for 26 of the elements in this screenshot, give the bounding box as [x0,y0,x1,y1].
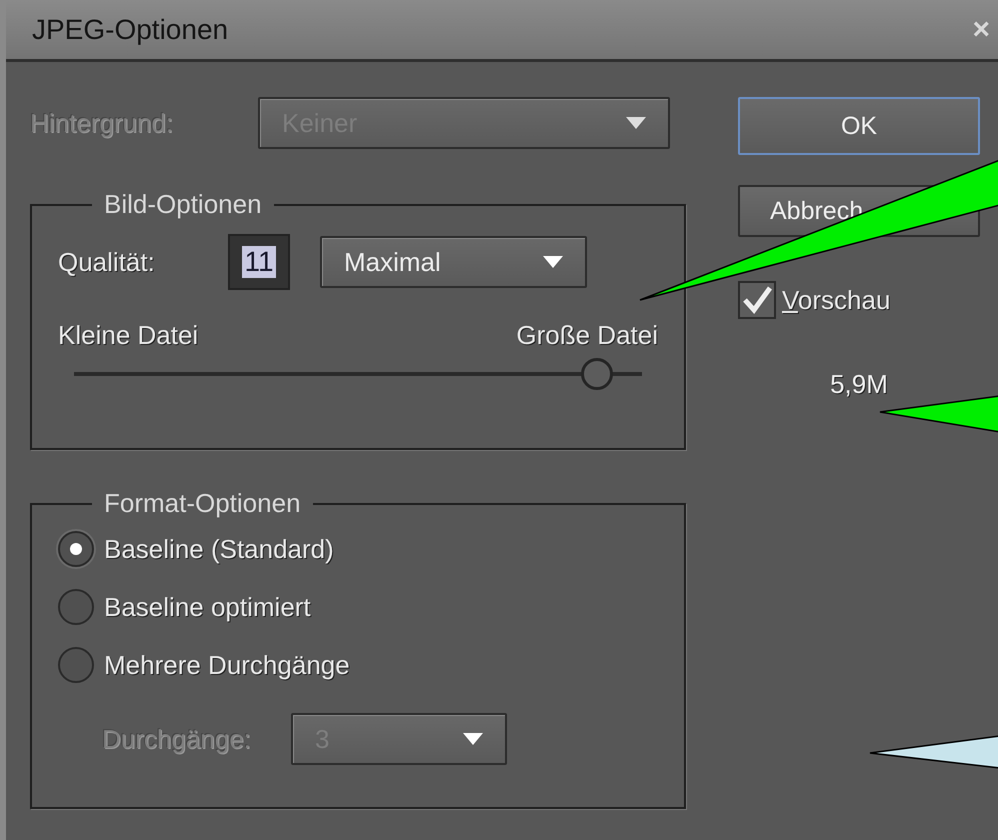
group-title: Format-Optionen [103,488,302,519]
quality-label: Qualität: [58,246,156,278]
caret-icon [626,117,646,129]
group-title: Bild-Optionen [103,189,263,220]
file-size: 5,9M [830,369,888,400]
ok-button[interactable]: OK [738,97,980,155]
radio-label: Baseline (Standard) [104,534,334,564]
radio-button[interactable] [58,647,94,683]
radio-label: Mehrere Durchgänge [104,650,350,680]
radio-label: Baseline optimiert [104,592,311,622]
check-icon [742,286,772,314]
close-button[interactable]: × [972,12,990,46]
caret-icon [463,733,483,745]
quality-dropdown[interactable]: Maximal [320,236,587,288]
quality-field[interactable]: 11 [228,234,290,290]
slider-min-label: Kleine Datei [58,320,198,351]
slider-max-label: Große Datei [516,320,658,351]
slider-thumb[interactable] [580,358,613,390]
background-label: Hintergrund: [30,108,174,138]
preview-label: Vorschau [782,284,890,316]
passes-label: Durchgänge: [102,724,252,754]
caret-icon [543,256,563,268]
radio-button[interactable] [58,589,94,625]
checkbox[interactable] [738,281,776,319]
radio-button[interactable] [58,531,94,567]
window-title: JPEG-Optionen [32,14,228,46]
